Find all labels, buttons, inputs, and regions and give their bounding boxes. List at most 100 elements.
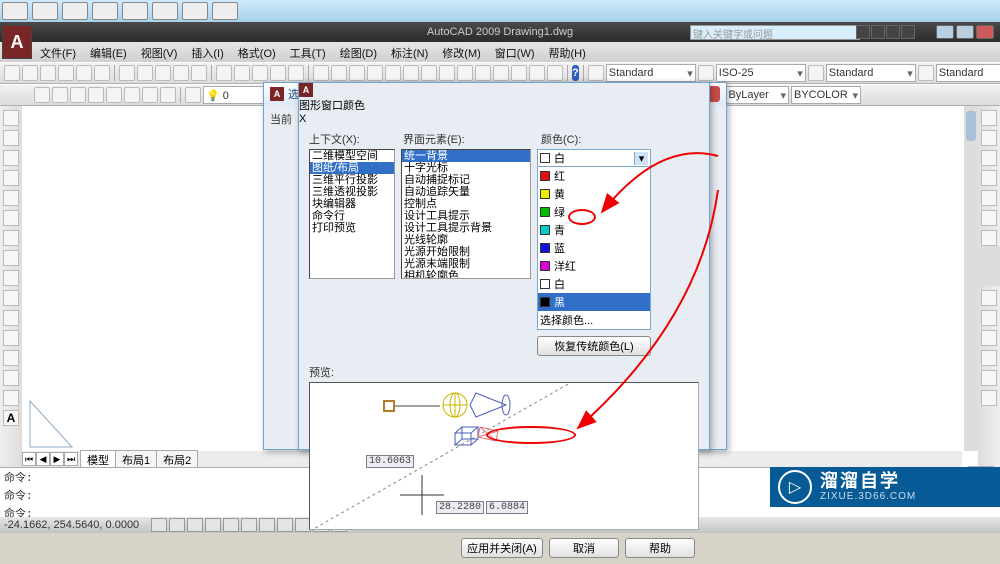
apply-close-button[interactable]: 应用并关闭(A) xyxy=(461,538,543,558)
task-icon[interactable] xyxy=(212,2,238,20)
tab-model[interactable]: 模型 xyxy=(80,450,116,469)
element-item[interactable]: 自动捕捉标记 xyxy=(402,174,530,186)
mleaderstyle-combo[interactable]: Standard▾ xyxy=(936,64,1000,82)
tool-icon[interactable] xyxy=(981,310,997,326)
tool-icon[interactable] xyxy=(3,130,19,146)
task-icon[interactable] xyxy=(152,2,178,20)
menu-file[interactable]: 文件(F) xyxy=(34,42,82,62)
tool-icon[interactable] xyxy=(421,65,437,81)
extra-icon[interactable] xyxy=(871,25,885,39)
style-combo[interactable]: Standard▾ xyxy=(606,64,696,82)
tool-icon[interactable] xyxy=(511,65,527,81)
menu-modify[interactable]: 修改(M) xyxy=(436,42,487,62)
minimize-button[interactable] xyxy=(936,25,954,39)
task-icon[interactable] xyxy=(2,2,28,20)
tool-icon[interactable] xyxy=(34,87,50,103)
menu-view[interactable]: 视图(V) xyxy=(135,42,184,62)
tool-icon[interactable] xyxy=(3,290,19,306)
menu-edit[interactable]: 编辑(E) xyxy=(84,42,133,62)
close-icon[interactable]: X xyxy=(299,113,709,125)
extra-icon[interactable] xyxy=(901,25,915,39)
maximize-button[interactable] xyxy=(956,25,974,39)
tab-layout2[interactable]: 布局2 xyxy=(156,450,198,469)
tool-icon[interactable] xyxy=(403,65,419,81)
extra-icon[interactable] xyxy=(856,25,870,39)
tool-icon[interactable] xyxy=(808,65,824,81)
help-icon[interactable]: ? xyxy=(572,65,579,81)
color-option[interactable]: 黄 xyxy=(538,185,650,203)
tool-icon[interactable] xyxy=(981,350,997,366)
context-listbox[interactable]: 二维模型空间图纸/布局三维平行投影三维透视投影块编辑器命令行打印预览 xyxy=(309,149,395,279)
plotstyle-combo[interactable]: BYCOLOR▾ xyxy=(791,86,861,104)
element-item[interactable]: 统一背景 xyxy=(402,150,530,162)
tool-icon[interactable] xyxy=(3,330,19,346)
status-toggle[interactable] xyxy=(169,518,185,532)
task-icon[interactable] xyxy=(92,2,118,20)
tool-icon[interactable] xyxy=(3,170,19,186)
context-item[interactable]: 三维透视投影 xyxy=(310,186,394,198)
tool-icon[interactable] xyxy=(981,230,997,246)
menu-dimension[interactable]: 标注(N) xyxy=(385,42,434,62)
tool-icon[interactable] xyxy=(270,65,286,81)
tool-icon[interactable] xyxy=(981,390,997,406)
status-toggle[interactable] xyxy=(277,518,293,532)
status-toggle[interactable] xyxy=(205,518,221,532)
tool-icon[interactable] xyxy=(475,65,491,81)
element-item[interactable]: 设计工具提示背景 xyxy=(402,222,530,234)
tool-icon[interactable] xyxy=(981,150,997,166)
tool-icon[interactable] xyxy=(698,65,714,81)
context-item[interactable]: 块编辑器 xyxy=(310,198,394,210)
color-dropdown[interactable]: 红黄绿青蓝洋红白黑选择颜色... xyxy=(537,166,651,330)
tool-icon[interactable] xyxy=(3,210,19,226)
tool-icon[interactable] xyxy=(76,65,92,81)
dimstyle-combo[interactable]: ISO-25▾ xyxy=(716,64,806,82)
tab-nav-last[interactable]: ⏭ xyxy=(64,452,78,466)
tool-icon[interactable] xyxy=(981,210,997,226)
tool-icon[interactable] xyxy=(40,65,56,81)
status-toggle[interactable] xyxy=(151,518,167,532)
status-toggle[interactable] xyxy=(187,518,203,532)
tool-icon[interactable] xyxy=(981,130,997,146)
tool-icon[interactable] xyxy=(918,65,934,81)
tool-icon[interactable] xyxy=(142,87,158,103)
tool-icon[interactable] xyxy=(588,65,604,81)
tool-icon[interactable] xyxy=(3,350,19,366)
tool-icon[interactable] xyxy=(493,65,509,81)
tab-nav-prev[interactable]: ◀ xyxy=(36,452,50,466)
context-item[interactable]: 三维平行投影 xyxy=(310,174,394,186)
tool-icon[interactable] xyxy=(349,65,365,81)
color-option[interactable]: 洋红 xyxy=(538,257,650,275)
task-icon[interactable] xyxy=(62,2,88,20)
vertical-scrollbar[interactable] xyxy=(964,106,978,451)
tool-icon[interactable] xyxy=(288,65,304,81)
tool-icon[interactable] xyxy=(457,65,473,81)
task-icon[interactable] xyxy=(182,2,208,20)
tool-icon[interactable] xyxy=(70,87,86,103)
element-item[interactable]: 十字光标 xyxy=(402,162,530,174)
tool-icon[interactable] xyxy=(173,65,189,81)
app-logo[interactable]: A xyxy=(2,25,32,59)
restore-colors-button[interactable]: 恢复传统颜色(L) xyxy=(537,336,651,356)
status-toggle[interactable] xyxy=(223,518,239,532)
element-listbox[interactable]: 统一背景十字光标自动捕捉标记自动追踪矢量控制点设计工具提示设计工具提示背景光线轮… xyxy=(401,149,531,279)
tool-icon[interactable] xyxy=(191,65,207,81)
color-option[interactable]: 蓝 xyxy=(538,239,650,257)
tool-icon[interactable] xyxy=(981,170,997,186)
tool-icon[interactable] xyxy=(547,65,563,81)
tool-icon[interactable] xyxy=(331,65,347,81)
tool-icon[interactable] xyxy=(3,230,19,246)
tool-icon[interactable] xyxy=(981,190,997,206)
element-item[interactable]: 相机轮廓色 xyxy=(402,270,530,279)
tool-icon[interactable] xyxy=(981,290,997,306)
cancel-button[interactable]: 取消 xyxy=(549,538,619,558)
element-item[interactable]: 光线轮廓 xyxy=(402,234,530,246)
tool-icon[interactable] xyxy=(160,87,176,103)
tool-icon[interactable] xyxy=(3,110,19,126)
status-toggle[interactable] xyxy=(241,518,257,532)
color-option[interactable]: 红 xyxy=(538,167,650,185)
color-option[interactable]: 选择颜色... xyxy=(538,311,650,329)
tool-icon[interactable] xyxy=(58,65,74,81)
tool-icon[interactable] xyxy=(106,87,122,103)
element-item[interactable]: 光源开始限制 xyxy=(402,246,530,258)
tool-icon[interactable] xyxy=(185,87,201,103)
